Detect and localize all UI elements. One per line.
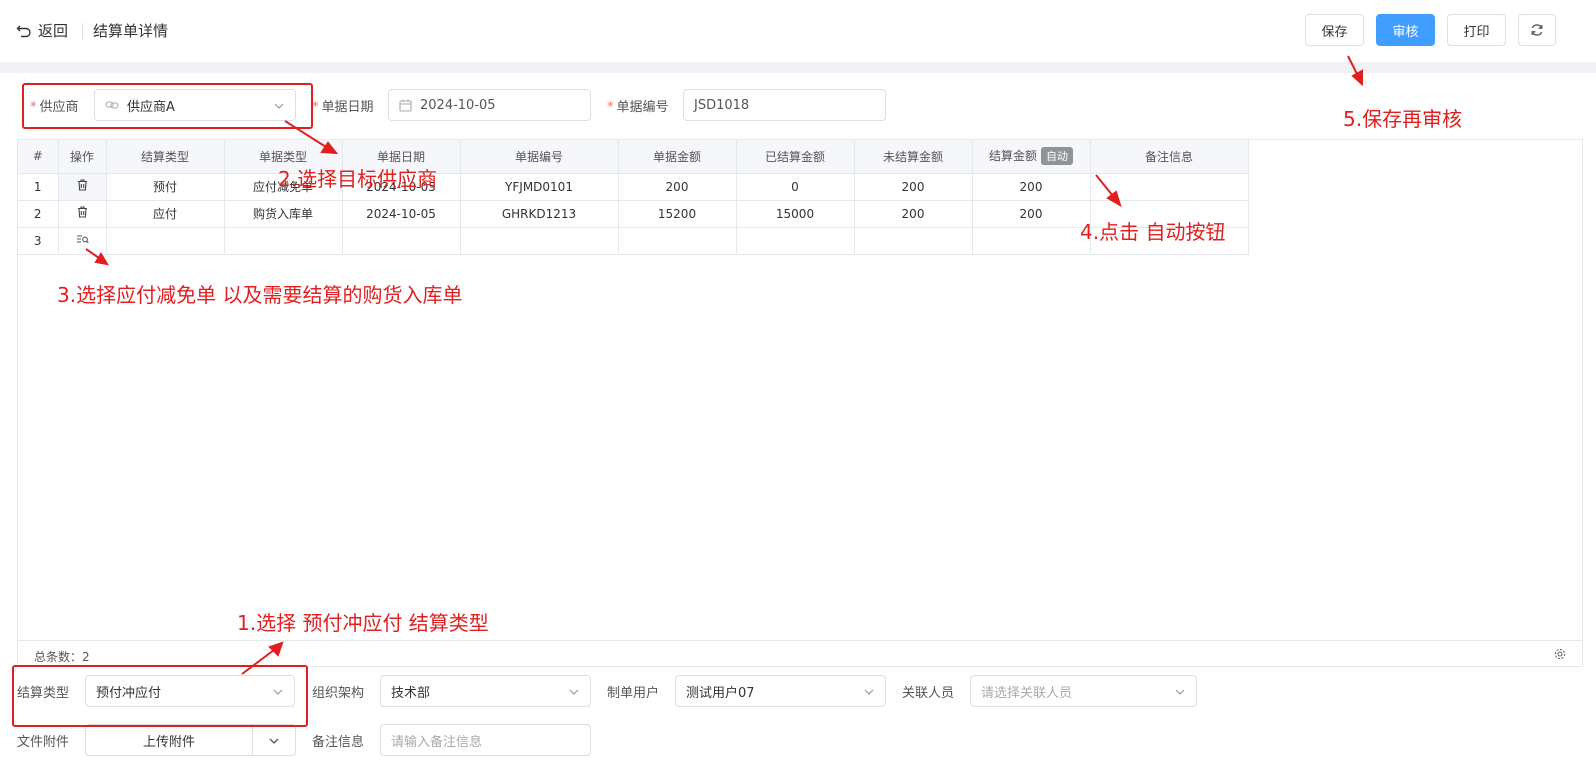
cell-settled — [736, 227, 855, 255]
code-value: JSD1018 — [694, 97, 750, 113]
cell-settle-amount[interactable]: 200 — [972, 173, 1091, 201]
page-title: 结算单详情 — [93, 22, 169, 40]
chevron-down-icon — [1175, 689, 1185, 695]
creator-select[interactable]: 测试用户07 — [675, 675, 886, 707]
remark-input[interactable]: 请输入备注信息 — [380, 724, 591, 756]
table-row: 1 预付 应付减免单 2024-10-05 YFJMD0101 200 0 20… — [18, 173, 1249, 201]
table-row: 2 应付 购货入库单 2024-10-05 GHRKD1213 15200 15… — [18, 200, 1249, 228]
cell-unsettled: 200 — [854, 200, 973, 228]
code-label: * 单据编号 — [607, 100, 669, 115]
detail-table: # 操作 结算类型 单据类型 单据日期 单据编号 单据金额 已结算金额 未结算金… — [17, 139, 1583, 667]
remark-placeholder: 请输入备注信息 — [391, 734, 483, 750]
header-separator-bar — [0, 62, 1596, 73]
cell-doc-code — [460, 227, 619, 255]
cell-settle-type — [106, 227, 225, 255]
date-picker[interactable]: 2024-10-05 — [388, 89, 591, 121]
cell-doc-type — [224, 227, 343, 255]
cell-unsettled — [854, 227, 973, 255]
row-index: 3 — [18, 227, 59, 255]
row-index: 2 — [18, 200, 59, 228]
refresh-icon — [1531, 24, 1543, 36]
org-select[interactable]: 技术部 — [380, 675, 591, 707]
creator-label: 制单用户 — [607, 686, 660, 701]
back-label: 返回 — [38, 22, 69, 40]
col-header-index: # — [18, 140, 59, 174]
chevron-down-icon — [269, 738, 279, 744]
delete-row-button[interactable] — [58, 173, 107, 201]
cell-settled: 15000 — [736, 200, 855, 228]
date-label: * 单据日期 — [312, 100, 374, 115]
org-value: 技术部 — [391, 685, 431, 701]
annotation-step5: 5.保存再审核 — [1343, 107, 1463, 131]
date-value: 2024-10-05 — [420, 97, 496, 113]
cell-settle-amount[interactable]: 200 — [972, 200, 1091, 228]
cell-doc-code: YFJMD0101 — [460, 173, 619, 201]
col-header-settle-type: 结算类型 — [106, 140, 225, 174]
code-input[interactable]: JSD1018 — [683, 89, 886, 121]
select-documents-button[interactable] — [58, 227, 107, 255]
list-search-icon — [76, 234, 89, 243]
col-header-settle-amount: 结算金额 自动 — [972, 140, 1091, 174]
col-header-remark: 备注信息 — [1090, 140, 1249, 174]
trash-icon — [77, 206, 87, 218]
col-header-settled: 已结算金额 — [736, 140, 855, 174]
org-label: 组织架构 — [312, 686, 365, 701]
trash-icon — [77, 179, 87, 191]
cell-doc-amount: 200 — [618, 173, 737, 201]
related-label: 关联人员 — [902, 686, 955, 701]
chevron-down-icon — [569, 689, 579, 695]
remark-label: 备注信息 — [312, 735, 365, 750]
col-header-action: 操作 — [58, 140, 107, 174]
table-header-row: # 操作 结算类型 单据类型 单据日期 单据编号 单据金额 已结算金额 未结算金… — [18, 140, 1249, 174]
row-index: 1 — [18, 173, 59, 201]
cell-remark[interactable] — [1090, 173, 1249, 201]
approve-button[interactable]: 审核 — [1376, 14, 1435, 46]
back-button[interactable]: 返回 — [16, 20, 68, 41]
upload-attachment-button[interactable]: 上传附件 — [85, 724, 253, 756]
undo-icon — [16, 25, 31, 37]
annotation-box-settle-type — [12, 665, 308, 727]
refresh-button[interactable] — [1518, 14, 1556, 46]
cell-doc-date — [342, 227, 461, 255]
related-select[interactable]: 请选择关联人员 — [970, 675, 1197, 707]
total-count: 总条数：2 — [34, 650, 90, 664]
cell-doc-date: 2024-10-05 — [342, 200, 461, 228]
calendar-icon — [399, 99, 412, 112]
page: 返回 结算单详情 保存 审核 打印 * 供应商 供应商A * 单据日期 2024… — [0, 0, 1596, 780]
annotation-step4: 4.点击 自动按钮 — [1080, 220, 1226, 244]
annotation-step3: 3.选择应付减免单 以及需要结算的购货入库单 — [57, 283, 463, 307]
attachment-dropdown-button[interactable] — [252, 724, 296, 756]
upload-attachment-label: 上传附件 — [142, 734, 195, 750]
col-header-doc-code: 单据编号 — [460, 140, 619, 174]
cell-doc-amount: 15200 — [618, 200, 737, 228]
table-row: 3 — [18, 227, 1249, 255]
header-divider — [82, 23, 83, 39]
cell-settle-amount[interactable] — [972, 227, 1091, 255]
table-footer: 总条数：2 — [18, 640, 1582, 667]
print-button[interactable]: 打印 — [1447, 14, 1506, 46]
cell-doc-amount — [618, 227, 737, 255]
cell-settled: 0 — [736, 173, 855, 201]
cell-unsettled: 200 — [854, 173, 973, 201]
col-header-doc-amount: 单据金额 — [618, 140, 737, 174]
col-header-unsettled: 未结算金额 — [854, 140, 973, 174]
annotation-box-supplier — [22, 83, 313, 129]
delete-row-button[interactable] — [58, 200, 107, 228]
header-bar: 返回 结算单详情 保存 审核 打印 — [0, 0, 1596, 62]
annotation-step2: 2.选择目标供应商 — [278, 167, 438, 191]
creator-value: 测试用户07 — [686, 685, 755, 701]
attach-label: 文件附件 — [17, 735, 70, 750]
auto-button[interactable]: 自动 — [1041, 147, 1073, 166]
chevron-down-icon — [864, 689, 874, 695]
cell-settle-type: 应付 — [106, 200, 225, 228]
gear-icon[interactable] — [1554, 648, 1566, 660]
save-button[interactable]: 保存 — [1305, 14, 1364, 46]
detail-table-grid: # 操作 结算类型 单据类型 单据日期 单据编号 单据金额 已结算金额 未结算金… — [18, 140, 1249, 255]
related-placeholder: 请选择关联人员 — [981, 685, 1073, 701]
cell-doc-code: GHRKD1213 — [460, 200, 619, 228]
cell-settle-type: 预付 — [106, 173, 225, 201]
annotation-step1: 1.选择 预付冲应付 结算类型 — [237, 611, 489, 635]
cell-doc-type: 购货入库单 — [224, 200, 343, 228]
